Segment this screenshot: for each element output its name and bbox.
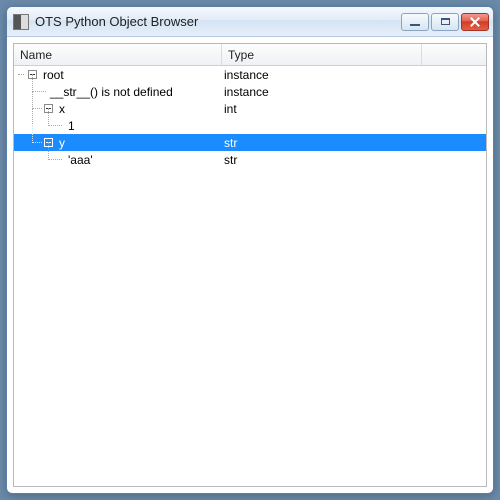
window-buttons bbox=[401, 13, 489, 31]
app-icon bbox=[13, 14, 29, 30]
node-label: 1 bbox=[66, 119, 75, 133]
node-label: x bbox=[57, 102, 65, 116]
column-header-spacer bbox=[422, 44, 486, 65]
column-header-name[interactable]: Name bbox=[14, 44, 222, 65]
node-type: int bbox=[222, 102, 422, 116]
tree-row-strdef[interactable]: __str__() is not defined instance bbox=[14, 83, 486, 100]
minimize-button[interactable] bbox=[401, 13, 429, 31]
tree-row-root[interactable]: root instance bbox=[14, 66, 486, 83]
node-type: str bbox=[222, 153, 422, 167]
client-area: Name Type root instance bbox=[13, 43, 487, 487]
column-header-type[interactable]: Type bbox=[222, 44, 422, 65]
tree-row-x-value[interactable]: 1 bbox=[14, 117, 486, 134]
tree-view[interactable]: root instance __str__() is not defined i… bbox=[14, 66, 486, 486]
tree-row-y-value[interactable]: 'aaa' str bbox=[14, 151, 486, 168]
node-type: str bbox=[222, 136, 422, 150]
window-frame: OTS Python Object Browser Name Type root bbox=[6, 6, 494, 494]
maximize-button[interactable] bbox=[431, 13, 459, 31]
node-label: 'aaa' bbox=[66, 153, 93, 167]
node-type: instance bbox=[222, 85, 422, 99]
tree-row-y[interactable]: y str bbox=[14, 134, 486, 151]
minimize-icon bbox=[410, 24, 420, 26]
maximize-icon bbox=[441, 18, 450, 25]
close-icon bbox=[469, 16, 481, 28]
window-title: OTS Python Object Browser bbox=[35, 14, 401, 29]
node-label: root bbox=[41, 68, 64, 82]
column-headers: Name Type bbox=[14, 44, 486, 66]
tree-row-x[interactable]: x int bbox=[14, 100, 486, 117]
node-label: y bbox=[57, 136, 65, 150]
titlebar[interactable]: OTS Python Object Browser bbox=[7, 7, 493, 37]
node-label: __str__() is not defined bbox=[48, 85, 173, 99]
close-button[interactable] bbox=[461, 13, 489, 31]
node-type: instance bbox=[222, 68, 422, 82]
